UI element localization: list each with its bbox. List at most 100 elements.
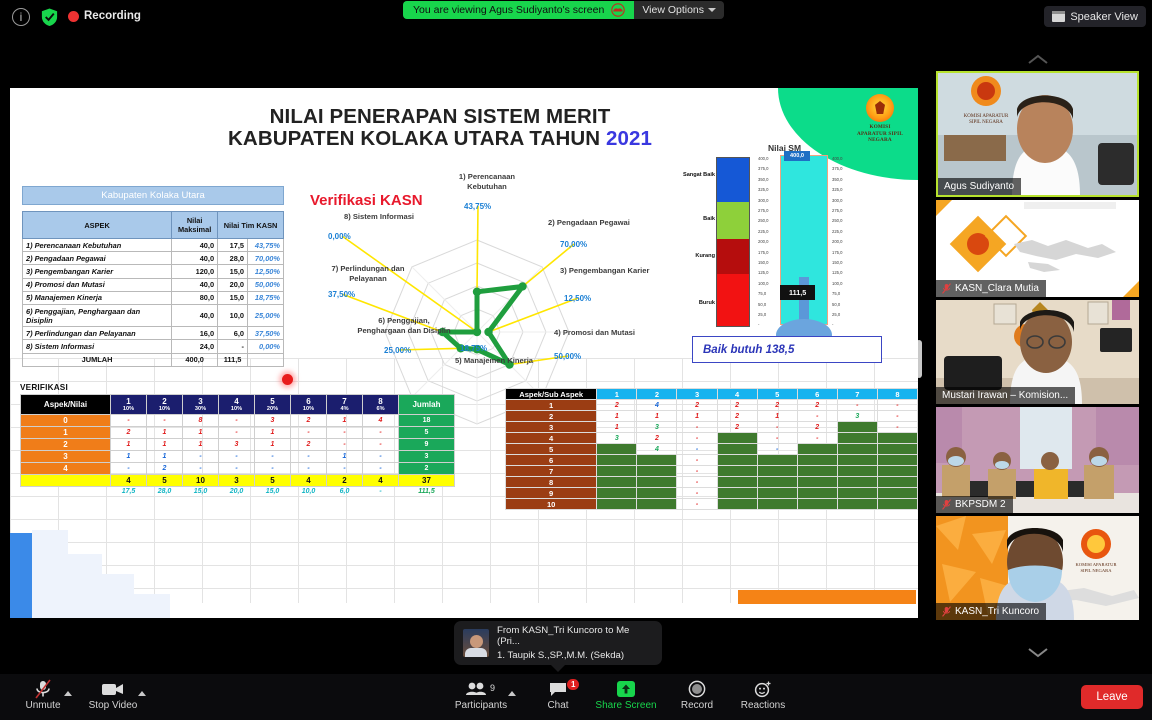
scroll-up-tiles-button[interactable]: [1026, 52, 1050, 66]
sub-aspect-cell-empty: [716, 443, 758, 455]
participants-label: Participants: [454, 700, 508, 711]
verif-cell: -: [218, 462, 255, 475]
verif-score-cell: 10,0: [301, 488, 316, 495]
video-tile-agus-sudiyanto[interactable]: KOMISI APARATUR SIPIL NEGARA Agus Sudiya…: [936, 71, 1139, 197]
table-row: 1211-1---5: [20, 426, 455, 439]
video-tile-bkpsdm-2[interactable]: BKPSDM 2: [936, 407, 1139, 513]
cell-nilai-maksimal: 40,0: [171, 251, 219, 266]
verif-score-cell: 17,5: [121, 488, 136, 495]
verif-cell: -: [146, 414, 183, 427]
sub-aspect-cell: 2: [716, 421, 758, 433]
record-icon: [660, 679, 734, 699]
cell-persentase: 0,00%: [247, 339, 284, 354]
reactions-button[interactable]: Reactions: [726, 679, 800, 711]
chat-notification-toast[interactable]: From KASN_Tri Kuncoro to Me (Pri... 1. T…: [454, 621, 662, 672]
table-row: 6) Penggajian, Penghargaan dan Disiplin 4…: [21, 303, 284, 328]
thermometer-tick-label: 150,0: [758, 260, 769, 265]
screen-share-text: You are viewing Agus Sudiyanto's screen: [413, 4, 605, 16]
verif-cell: -: [218, 414, 255, 427]
sub-aspect-col-header-8: 8: [876, 388, 918, 400]
sub-aspect-cell-empty: [796, 487, 838, 499]
video-tile-kasn-tri-kuncoro[interactable]: KOMISI APARATUR SIPIL NEGARA KASN_Tri Ku…: [936, 516, 1139, 620]
radar-value-label-2: 70,00%: [560, 240, 588, 249]
sub-aspect-cell-empty: [596, 454, 638, 466]
thermometer-tick-label: 75,0: [832, 291, 841, 297]
participants-chevron-icon[interactable]: [508, 691, 516, 696]
sub-aspect-cell-empty: [876, 432, 918, 444]
shield-check-icon[interactable]: [40, 7, 59, 27]
info-icon[interactable]: i: [12, 8, 30, 26]
verif-row-sum: 9: [398, 438, 455, 451]
verif-cell: 3: [254, 414, 291, 427]
svg-text:KOMISI APARATUR: KOMISI APARATUR: [964, 114, 1009, 119]
verif-score-cell: 28,0: [157, 488, 172, 495]
cell-persentase: 12,50%: [247, 264, 284, 279]
video-tile-kasn-clara-mutia[interactable]: KASN_Clara Mutia: [936, 200, 1139, 297]
stop-video-button[interactable]: Stop Video: [76, 679, 150, 711]
speaker-view-button[interactable]: Speaker View: [1044, 6, 1146, 27]
video-options-chevron-icon[interactable]: [138, 691, 146, 696]
title-year: 2021: [605, 127, 652, 150]
sub-aspect-row-label: 2: [504, 410, 598, 422]
tile-name-label: Agus Sudiyanto: [944, 181, 1015, 192]
recording-indicator-dot: [68, 11, 79, 22]
cell-aspek: 6) Penggajian, Penghargaan dan Disiplin: [21, 303, 173, 328]
leave-button[interactable]: Leave: [1081, 685, 1143, 709]
garuda-emblem-icon: [866, 94, 894, 122]
col-nilai-tim-kasn: Nilai Tim KASN: [217, 211, 284, 239]
sub-aspect-cell: 3: [596, 432, 638, 444]
share-screen-label: Share Screen: [595, 700, 657, 711]
sub-aspect-cell: -: [756, 432, 798, 444]
page-title: NILAI PENERAPAN SISTEM MERIT KABUPATEN K…: [160, 106, 720, 150]
video-tile-mustari-irawan[interactable]: Mustari Irawan – Komision...: [936, 300, 1139, 404]
verif-cell: -: [362, 450, 399, 463]
table-row: 4) Promosi dan Mutasi 40,0 20,0 50,00%: [21, 277, 284, 292]
cell-aspek: 1) Perencanaan Kebutuhan: [21, 237, 173, 253]
table-row: 432---: [504, 432, 918, 444]
cell-aspek: 5) Manajemen Kinerja: [21, 290, 173, 305]
thermometer-tick-label: 100,0: [832, 280, 843, 286]
sub-aspect-cell-empty: [876, 487, 918, 499]
sub-aspect-cell-empty: [756, 487, 798, 499]
cell-nilai-maksimal: 120,0: [171, 264, 219, 279]
verif-cell: -: [182, 462, 219, 475]
sub-aspect-cell: -: [756, 443, 798, 455]
participants-button[interactable]: 9 Participants: [444, 679, 518, 711]
unmute-button[interactable]: Unmute: [6, 679, 80, 711]
sub-aspect-cell: 2: [796, 399, 838, 411]
cell-persentase: 25,00%: [247, 303, 284, 328]
verif-cell: 1: [326, 450, 363, 463]
cell-nilai-kasn: 20,0: [217, 277, 249, 292]
thermometer-tick-label: 150,0: [832, 260, 843, 265]
sub-aspect-cell: 4: [636, 443, 678, 455]
table-row: 0- -8-3 2 1 4 18: [20, 414, 455, 427]
sub-aspect-cell: -: [676, 476, 718, 488]
cell-nilai-kasn: 17,5: [217, 237, 249, 253]
verif-corner-header: Aspek/Nilai: [20, 394, 111, 415]
radar-axis-label-3: 3) Pengembangan Karier: [560, 266, 650, 275]
verif-row-label: 3: [20, 450, 111, 463]
share-screen-button[interactable]: Share Screen: [589, 679, 663, 711]
view-options-button[interactable]: View Options: [634, 1, 725, 19]
thermometer-tick-label: 300,0: [758, 197, 769, 203]
chat-button[interactable]: Chat 1: [521, 679, 595, 711]
sub-aspect-cell: 1: [756, 410, 798, 422]
sub-aspect-cell: -: [876, 421, 918, 433]
verification-table: VERIFIKASI Aspek/Nilai 1 10% 2 10% 3 30% 4 10% 5…: [20, 374, 455, 496]
verif-score-cell: 15,0: [193, 488, 208, 495]
baik-requirement-text: Baik butuh 138,5: [703, 343, 795, 356]
mic-off-icon: [942, 606, 951, 617]
cell-nilai-maksimal: 24,0: [171, 339, 219, 354]
thermometer-tick-label: 125,0: [758, 270, 769, 276]
sub-aspect-cell-empty: [596, 465, 638, 477]
audio-options-chevron-icon[interactable]: [64, 691, 72, 696]
thermometer-legend-bar: Sangat Baik Baik Kurang Buruk: [683, 157, 750, 327]
thermometer-tick-label: 50,0: [758, 301, 767, 307]
record-button[interactable]: Record: [660, 679, 734, 711]
verif-cell: 1: [182, 438, 219, 451]
sub-aspect-cell-empty: [596, 487, 638, 499]
chevron-down-icon: [708, 8, 717, 12]
scroll-down-tiles-button[interactable]: [1026, 645, 1050, 659]
table-row: 2) Pengadaan Pegawai 40,0 28,0 70,00%: [21, 251, 284, 266]
sub-aspect-cell: -: [676, 432, 718, 444]
